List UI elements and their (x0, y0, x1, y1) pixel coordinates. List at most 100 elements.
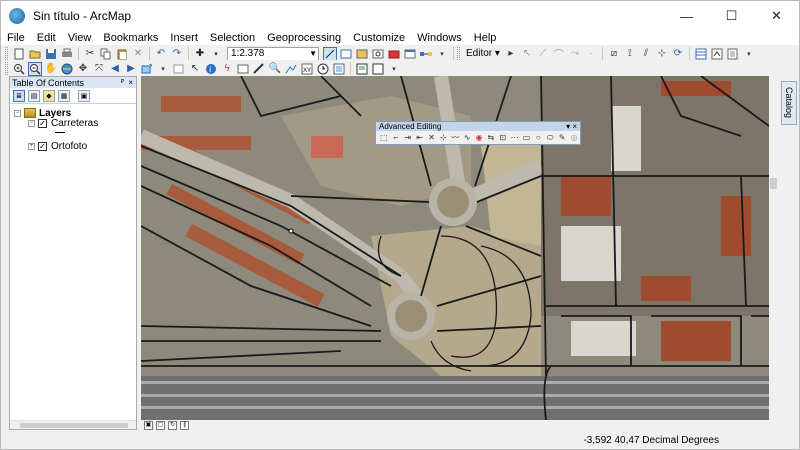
map-horizontal-scrollbar[interactable] (203, 422, 763, 429)
editor-menu-button[interactable]: Editor ▾ (463, 48, 503, 59)
refresh-view-icon[interactable]: ↻ (168, 421, 177, 430)
menu-help[interactable]: Help (468, 31, 503, 45)
toolbar-options-icon[interactable]: ▾ (435, 47, 449, 61)
advanced-editing-controls[interactable]: ▾ × (566, 122, 580, 131)
editor-toolbar-icon[interactable] (323, 46, 337, 61)
menu-bookmarks[interactable]: Bookmarks (97, 31, 164, 45)
select-by-rectangle-icon[interactable] (140, 62, 154, 76)
list-by-source-icon[interactable]: ▤ (28, 89, 40, 102)
catalog-window-icon[interactable] (355, 47, 369, 61)
go-to-xy-icon[interactable]: XY (300, 62, 314, 76)
print-icon[interactable] (60, 47, 74, 61)
fixed-zoom-out-icon[interactable]: ⤧ (92, 62, 106, 76)
line-symbol-swatch[interactable] (55, 132, 65, 133)
replace-geometry-icon[interactable]: ⊡ (498, 133, 508, 143)
line-intersection-icon[interactable]: ✕ (427, 133, 437, 143)
layer-visibility-checkbox[interactable]: ✓ (38, 118, 47, 128)
toolbar-grip[interactable] (5, 47, 8, 60)
pause-drawing-icon[interactable]: ∥ (180, 421, 189, 430)
chevron-down-icon[interactable]: ▾ (209, 47, 223, 61)
ellipse-icon[interactable]: ⬭ (545, 133, 555, 143)
circle-icon[interactable]: ○ (533, 133, 543, 143)
menu-customize[interactable]: Customize (347, 31, 411, 45)
close-icon[interactable]: × (128, 78, 133, 87)
toolbar-options-icon[interactable]: ▾ (742, 47, 756, 61)
close-button[interactable]: ✕ (754, 1, 799, 31)
rectangle-icon[interactable]: ▭ (522, 133, 532, 143)
split-icon[interactable]: ⊹ (655, 47, 669, 61)
smooth-icon[interactable]: ∿ (462, 133, 472, 143)
menu-insert[interactable]: Insert (164, 31, 204, 45)
go-back-icon[interactable]: ◀ (108, 62, 122, 76)
edit-annotation-icon[interactable]: ↖ (520, 47, 534, 61)
select-elements-icon[interactable]: ↖ (188, 62, 202, 76)
pin-icon[interactable]: ᴾ (121, 78, 124, 87)
extend-icon[interactable]: ⇥ (403, 133, 413, 143)
layer-row-carreteras[interactable]: − ✓ Carreteras (28, 117, 98, 129)
list-by-drawing-order-icon[interactable]: ≣ (13, 89, 25, 102)
expand-icon[interactable]: + (28, 142, 35, 150)
full-extent-icon[interactable] (60, 62, 74, 76)
time-slider-icon[interactable] (316, 62, 330, 76)
generalize-icon[interactable]: 〰 (450, 133, 460, 143)
python-window-icon[interactable] (403, 47, 417, 61)
edit-tool-icon[interactable]: ▸ (504, 47, 518, 61)
measure-icon[interactable] (252, 62, 266, 76)
menu-selection[interactable]: Selection (204, 31, 261, 45)
reshape-feature-icon[interactable]: ⟟ (623, 47, 637, 61)
identify-icon[interactable]: i (204, 62, 218, 76)
menu-view[interactable]: View (62, 31, 98, 45)
layer-row-ortofoto[interactable]: + ✓ Ortofoto (28, 140, 87, 152)
construct-geodetic-icon[interactable]: ◉ (474, 133, 484, 143)
zoom-out-icon[interactable] (28, 61, 42, 76)
clear-selection-icon[interactable] (172, 62, 186, 76)
layer-visibility-checkbox[interactable]: ✓ (38, 141, 47, 151)
zoom-in-icon[interactable] (12, 62, 26, 76)
paste-icon[interactable] (115, 47, 129, 61)
toolbar-grip[interactable] (457, 47, 460, 60)
endpoint-arc-icon[interactable]: ⌒ (552, 47, 566, 61)
toolbar-grip[interactable] (5, 62, 8, 75)
map-vertical-scrollbar[interactable] (769, 76, 778, 420)
scrollbar-thumb[interactable] (770, 178, 777, 189)
undo-icon[interactable]: ↶ (154, 47, 168, 61)
pan-icon[interactable]: ✋ (44, 62, 58, 76)
buffer-icon[interactable]: ◎ (569, 133, 579, 143)
open-folder-icon[interactable] (28, 47, 42, 61)
list-by-selection-icon[interactable]: ▦ (58, 89, 70, 102)
collapse-icon[interactable]: − (28, 119, 35, 127)
align-to-shape-icon[interactable]: ⇆ (486, 133, 496, 143)
chevron-down-icon[interactable]: ▼ (309, 48, 317, 60)
toolbar-options-icon[interactable]: ▾ (387, 62, 401, 76)
find-icon[interactable]: 🔍 (268, 62, 282, 76)
sketch-properties-icon[interactable] (710, 47, 724, 61)
menu-edit[interactable]: Edit (31, 31, 62, 45)
layout-view-icon[interactable]: ▢ (156, 421, 165, 430)
fixed-zoom-in-icon[interactable]: ✥ (76, 62, 90, 76)
freehand-icon[interactable]: ✎ (557, 133, 567, 143)
menu-geoprocessing[interactable]: Geoprocessing (261, 31, 347, 45)
construct-points-icon[interactable]: ⋯ (510, 133, 520, 143)
chevron-down-icon[interactable]: ▾ (156, 62, 170, 76)
html-popup-icon[interactable] (236, 62, 250, 76)
toc-options-icon[interactable]: ▣ (78, 89, 90, 102)
refresh-icon[interactable] (371, 62, 385, 76)
layout-view-icon[interactable] (355, 62, 369, 76)
arctoolbox-icon[interactable] (387, 47, 401, 61)
trim-icon[interactable]: ⇤ (415, 133, 425, 143)
minimize-button[interactable]: — (664, 1, 709, 31)
create-viewer-window-icon[interactable] (332, 62, 346, 76)
catalog-side-tab[interactable]: Catalog (781, 81, 797, 125)
edit-vertices-icon[interactable]: ⧄ (607, 47, 621, 61)
create-features-icon[interactable] (726, 47, 740, 61)
attributes-icon[interactable] (694, 47, 708, 61)
search-window-icon[interactable] (371, 47, 385, 61)
advanced-editing-toolbar[interactable]: Advanced Editing ▾ × ⬚ ⌐ ⇥ ⇤ ✕ ⊹ 〰 ∿ ◉ ⇆… (375, 121, 581, 145)
new-document-icon[interactable] (12, 47, 26, 61)
advanced-editing-titlebar[interactable]: Advanced Editing ▾ × (376, 122, 580, 131)
redo-icon[interactable]: ↷ (170, 47, 184, 61)
collapse-icon[interactable]: − (14, 109, 21, 117)
cut-polygons-icon[interactable]: ⫽ (639, 47, 653, 61)
menu-file[interactable]: File (1, 31, 31, 45)
menu-windows[interactable]: Windows (411, 31, 468, 45)
